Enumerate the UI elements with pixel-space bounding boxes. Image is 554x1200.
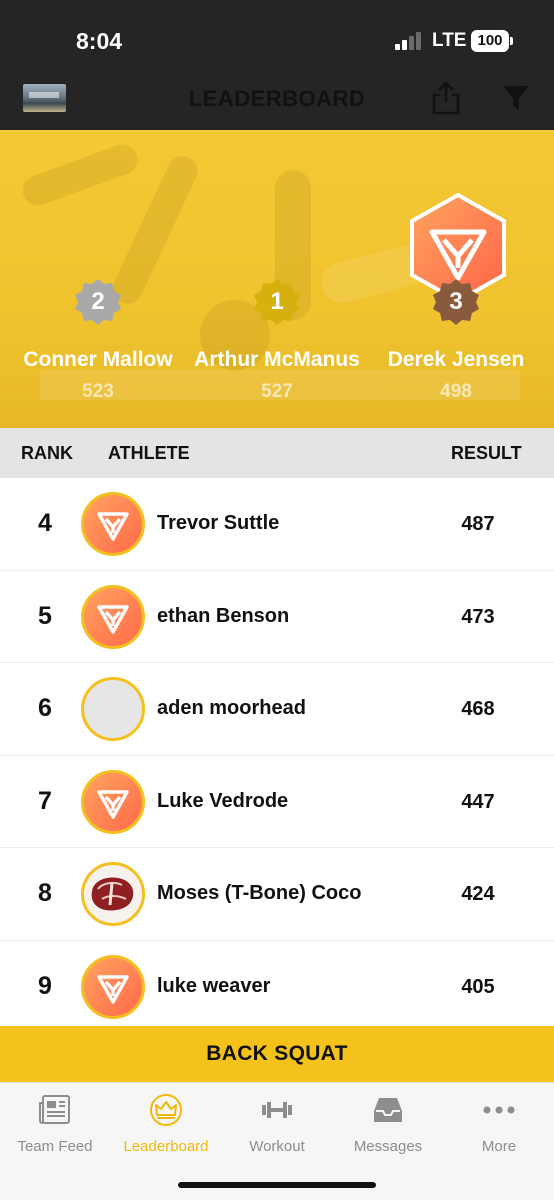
table-row[interactable]: 6 aden moorhead 468 — [0, 663, 554, 756]
tab-label: Messages — [353, 1138, 423, 1155]
athlete-name: aden moorhead — [157, 697, 306, 719]
athlete-name: luke weaver — [157, 974, 271, 997]
athlete-result: 405 — [461, 975, 495, 998]
podium-hero: 2 Conner Mallow 523 1 Arthur McManus 527… — [0, 130, 554, 428]
table-row[interactable]: 4 Trevor Suttle 487 — [0, 478, 554, 571]
podium-score: 523 — [82, 381, 114, 402]
athlete-result: 487 — [461, 513, 495, 535]
tab-messages[interactable]: Messages — [333, 1093, 443, 1155]
row-rank: 7 — [38, 786, 52, 815]
podium-name: Derek Jensen — [387, 348, 525, 371]
rank-badge-icon: 2 — [74, 278, 122, 326]
podium-rank: 1 — [270, 288, 284, 315]
table-row[interactable]: 8 Moses (T-Bone) Coco 424 — [0, 848, 554, 941]
steak-icon — [91, 877, 134, 911]
podium-rank: 2 — [91, 288, 105, 315]
table-row[interactable]: 7 Luke Vedrode 447 — [0, 755, 554, 848]
top-bar: 8:04 LTE 100 LEADERBOARD — [0, 0, 554, 130]
tab-label: Workout — [249, 1138, 305, 1155]
rank-badge-icon: 3 — [432, 278, 480, 326]
tab-label: More — [481, 1138, 517, 1155]
rank-badge-icon: 1 — [253, 278, 301, 326]
crown-icon — [150, 1094, 182, 1126]
avatar — [81, 492, 145, 556]
filter-icon[interactable] — [502, 84, 530, 112]
avatar — [81, 677, 145, 741]
row-rank: 5 — [38, 601, 52, 630]
row-rank: 9 — [38, 971, 52, 1000]
athlete-name: Trevor Suttle — [157, 512, 280, 534]
podium-name: Arthur McManus — [194, 348, 360, 371]
newspaper-icon — [39, 1095, 70, 1124]
result-column-header: RESULT — [451, 443, 522, 463]
avatar — [81, 954, 145, 1019]
dumbbell-icon — [262, 1102, 292, 1118]
podium-second[interactable]: 2 Conner Mallow 523 — [6, 278, 190, 403]
row-rank: 8 — [38, 879, 52, 907]
podium-third[interactable]: 3 Derek Jensen 498 — [364, 278, 548, 403]
podium-first[interactable]: 1 Arthur McManus 527 — [185, 278, 369, 403]
team-logo-icon — [97, 604, 129, 634]
table-row[interactable]: 9 luke weaver 405 — [0, 940, 554, 1033]
battery-level: 100 — [477, 32, 503, 49]
battery-icon: 100 — [471, 30, 513, 52]
athlete-result: 447 — [461, 790, 495, 813]
more-dots-icon — [483, 1106, 515, 1114]
share-icon[interactable] — [430, 80, 462, 116]
page-title: LEADERBOARD — [188, 86, 366, 111]
tab-leaderboard[interactable]: Leaderboard — [111, 1093, 221, 1155]
team-logo-icon — [97, 974, 129, 1004]
athlete-name: ethan Benson — [157, 604, 290, 627]
inbox-icon — [374, 1098, 402, 1122]
avatar — [81, 769, 145, 834]
athlete-result: 473 — [461, 605, 495, 628]
podium-score: 498 — [440, 381, 472, 402]
podium-name: Conner Mallow — [23, 348, 173, 371]
leaderboard-column-header: RANK ATHLETE RESULT — [0, 428, 554, 478]
tab-more[interactable]: More — [444, 1093, 554, 1155]
leaderboard-list: 4 Trevor Suttle 487 5 ethan Benson 473 6… — [0, 478, 554, 1033]
row-rank: 4 — [38, 509, 52, 537]
athlete-name: Moses (T-Bone) Coco — [157, 882, 362, 904]
tab-label: Leaderboard — [123, 1138, 209, 1155]
athlete-result: 424 — [461, 883, 495, 905]
avatar — [81, 862, 145, 926]
avatar — [81, 584, 145, 649]
network-type: LTE — [432, 30, 467, 51]
tab-workout[interactable]: Workout — [222, 1093, 332, 1155]
podium-score: 527 — [261, 381, 293, 402]
home-indicator[interactable] — [178, 1182, 376, 1188]
row-rank: 6 — [38, 694, 52, 722]
tab-label: Team Feed — [17, 1138, 93, 1155]
athlete-column-header: ATHLETE — [108, 443, 190, 463]
team-logo-icon — [97, 789, 129, 819]
athlete-result: 468 — [461, 698, 495, 720]
athlete-name: Luke Vedrode — [157, 789, 289, 812]
tab-team-feed[interactable]: Team Feed — [0, 1093, 110, 1155]
rank-column-header: RANK — [21, 443, 73, 463]
table-row[interactable]: 5 ethan Benson 473 — [0, 570, 554, 663]
cellular-signal-icon — [395, 32, 423, 50]
workout-selector[interactable]: BACK SQUAT — [0, 1026, 554, 1082]
status-time: 8:04 — [76, 28, 123, 54]
podium-rank: 3 — [449, 288, 463, 315]
team-logo-icon — [97, 512, 129, 541]
